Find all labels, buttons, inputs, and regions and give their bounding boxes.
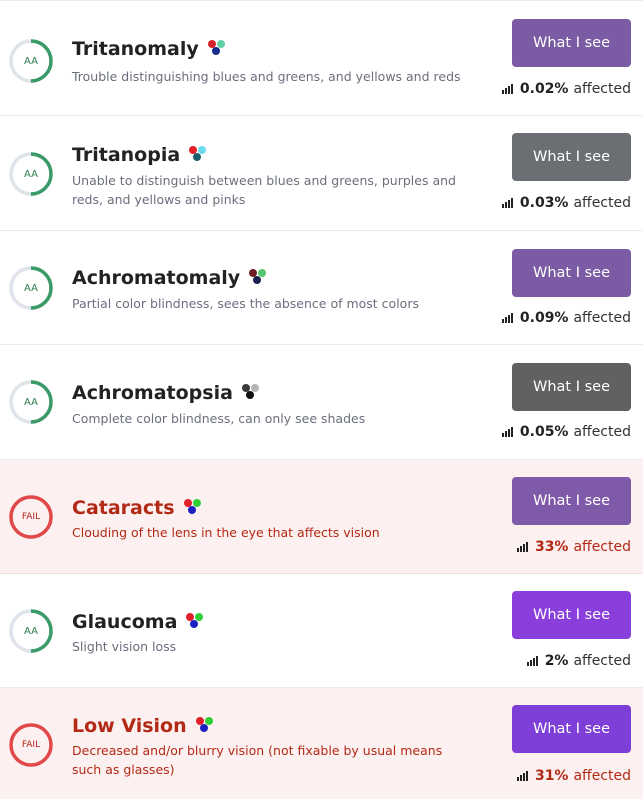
what-i-see-button[interactable]: What I see bbox=[512, 133, 631, 181]
affected-stat: 0.02% affected bbox=[501, 81, 631, 97]
color-dot bbox=[195, 613, 204, 621]
affected-stat: 0.09% affected bbox=[501, 310, 631, 326]
affected-label: affected bbox=[573, 653, 631, 669]
condition-description: Slight vision loss bbox=[72, 639, 177, 654]
color-dot bbox=[253, 276, 262, 284]
affected-label: affected bbox=[573, 195, 631, 211]
condition-row: FAIL Low Vision Decreased and/or blurry vi… bbox=[0, 688, 643, 799]
what-i-see-button[interactable]: What I see bbox=[512, 477, 631, 525]
color-dots-icon bbox=[249, 269, 269, 287]
status-badge: AA bbox=[24, 625, 38, 637]
color-dots-icon bbox=[189, 146, 209, 164]
aa-status-ring: AA bbox=[8, 265, 54, 311]
signal-bars-icon bbox=[501, 84, 513, 94]
condition-row: FAIL Cataracts Clouding of the lens in the… bbox=[0, 460, 643, 574]
condition-description: Clouding of the lens in the eye that aff… bbox=[72, 525, 380, 540]
affected-percent: 0.09% bbox=[519, 310, 569, 326]
condition-name: Low Vision bbox=[72, 715, 187, 737]
signal-bars-icon bbox=[526, 656, 538, 666]
affected-stat: 0.05% affected bbox=[501, 424, 631, 440]
condition-name: Tritanomaly bbox=[72, 38, 199, 60]
fail-status-ring: FAIL bbox=[8, 494, 54, 540]
affected-stat: 2% affected bbox=[526, 653, 631, 669]
signal-bars-icon bbox=[501, 313, 513, 323]
affected-label: affected bbox=[573, 539, 631, 555]
signal-bars-icon bbox=[516, 771, 528, 781]
condition-description: Decreased and/or blurry vision (not fixa… bbox=[72, 743, 443, 777]
vision-simulation-list: AA Tritanomaly Trouble distinguishing blue… bbox=[0, 0, 643, 799]
color-dots-icon bbox=[183, 499, 204, 517]
affected-percent: 33% bbox=[534, 539, 569, 555]
condition-name: Glaucoma bbox=[72, 611, 178, 633]
affected-percent: 2% bbox=[544, 653, 569, 669]
affected-label: affected bbox=[573, 424, 631, 440]
affected-label: affected bbox=[573, 310, 631, 326]
condition-row: AA Tritanopia Unable to distinguish betwee… bbox=[0, 116, 643, 231]
what-i-see-button[interactable]: What I see bbox=[512, 363, 631, 411]
color-dot bbox=[193, 153, 202, 161]
aa-status-ring: AA bbox=[8, 379, 54, 425]
affected-stat: 0.03% affected bbox=[501, 195, 631, 211]
condition-row: AA Tritanomaly Trouble distinguishing blue… bbox=[0, 0, 643, 116]
status-badge: AA bbox=[24, 55, 38, 67]
condition-name: Achromatopsia bbox=[72, 382, 233, 404]
affected-percent: 0.05% bbox=[519, 424, 569, 440]
signal-bars-icon bbox=[501, 198, 513, 208]
color-dot bbox=[245, 391, 254, 399]
color-dot bbox=[211, 47, 220, 55]
status-badge: AA bbox=[24, 282, 38, 294]
aa-status-ring: AA bbox=[8, 38, 54, 84]
affected-label: affected bbox=[573, 81, 631, 97]
what-i-see-button[interactable]: What I see bbox=[512, 249, 631, 297]
condition-title-line: Cataracts bbox=[72, 497, 204, 519]
color-dot bbox=[187, 506, 196, 514]
condition-description: Complete color blindness, can only see s… bbox=[72, 411, 366, 426]
condition-description: Partial color blindness, sees the absenc… bbox=[72, 296, 419, 311]
condition-title-line: Glaucoma bbox=[72, 611, 206, 633]
condition-row: AA Achromatopsia Complete color blindness,… bbox=[0, 345, 643, 460]
signal-bars-icon bbox=[516, 542, 528, 552]
color-dots-icon bbox=[186, 613, 206, 631]
status-badge: FAIL bbox=[21, 740, 41, 750]
condition-name: Achromatomaly bbox=[72, 267, 241, 289]
condition-name: Cataracts bbox=[72, 497, 175, 519]
color-dots-icon bbox=[207, 40, 228, 58]
color-dot bbox=[199, 724, 208, 732]
condition-description: Unable to distinguish between blues and … bbox=[72, 173, 456, 207]
condition-row: AA Glaucoma Slight vision loss What I see 2%… bbox=[0, 574, 643, 688]
status-badge: AA bbox=[24, 396, 38, 408]
status-badge: AA bbox=[24, 168, 38, 180]
color-dots-icon bbox=[195, 717, 216, 735]
aa-status-ring: AA bbox=[8, 151, 54, 197]
aa-status-ring: AA bbox=[8, 608, 54, 654]
condition-row: AA Achromatomaly Partial color blindness, … bbox=[0, 231, 643, 345]
affected-stat: 31% affected bbox=[516, 768, 631, 784]
what-i-see-button[interactable]: What I see bbox=[512, 591, 631, 639]
condition-name: Tritanopia bbox=[72, 144, 181, 166]
color-dot bbox=[190, 620, 199, 628]
condition-title-line: Tritanopia bbox=[72, 144, 209, 166]
affected-percent: 31% bbox=[534, 768, 569, 784]
what-i-see-button[interactable]: What I see bbox=[512, 19, 631, 67]
affected-percent: 0.02% bbox=[519, 81, 569, 97]
signal-bars-icon bbox=[501, 427, 513, 437]
affected-stat: 33% affected bbox=[516, 539, 631, 555]
what-i-see-button[interactable]: What I see bbox=[512, 705, 631, 753]
affected-label: affected bbox=[573, 768, 631, 784]
fail-status-ring: FAIL bbox=[8, 722, 54, 768]
condition-description: Trouble distinguishing blues and greens,… bbox=[72, 69, 461, 84]
condition-title-line: Tritanomaly bbox=[72, 38, 228, 60]
affected-percent: 0.03% bbox=[519, 195, 569, 211]
color-dots-icon bbox=[241, 384, 262, 402]
condition-title-line: Low Vision bbox=[72, 715, 216, 737]
status-badge: FAIL bbox=[21, 512, 41, 522]
condition-title-line: Achromatopsia bbox=[72, 382, 262, 404]
condition-title-line: Achromatomaly bbox=[72, 267, 269, 289]
